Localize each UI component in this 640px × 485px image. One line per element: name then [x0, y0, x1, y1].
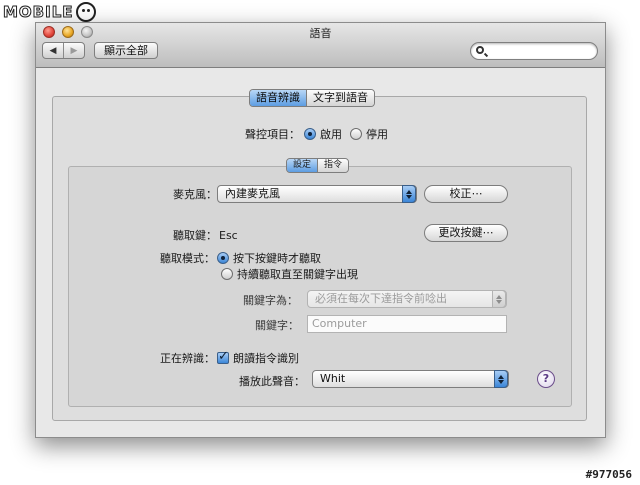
logo-text: MOBILE: [3, 3, 74, 22]
listening-key-value: Esc: [219, 228, 238, 242]
listening-mode-continuous-label[interactable]: 持續聽取直至關鍵字出現: [237, 266, 358, 282]
popup-arrows-icon: [494, 370, 508, 388]
popup-arrows-icon: [492, 290, 506, 308]
play-sound-popup[interactable]: Whit: [312, 370, 509, 388]
tab-commands[interactable]: 指令: [317, 159, 349, 172]
microphone-label: 麥克風：: [173, 188, 217, 201]
listening-mode-press-label[interactable]: 按下按鍵時才聽取: [233, 250, 321, 266]
keyword-is-label: 關鍵字為：: [243, 294, 298, 307]
play-sound-label: 播放此聲音：: [239, 375, 305, 388]
sub-tabs: 設定 指令: [286, 158, 350, 173]
listening-mode-label: 聽取模式：: [160, 252, 215, 265]
upon-recognition-label: 正在辨識：: [160, 352, 215, 365]
window-title: 語音: [309, 27, 332, 40]
keyword-is-row: 關鍵字為：: [243, 292, 298, 308]
main-tabs: 語音辨識 文字到語音: [249, 89, 375, 107]
voice-control-on-radio[interactable]: [304, 128, 316, 140]
voice-control-row: 聲控項目： 啟用 停用: [245, 126, 388, 142]
back-forward-buttons: ◀ ▶: [42, 42, 85, 59]
watermark-id: #977056: [585, 468, 632, 481]
forward-button[interactable]: ▶: [63, 43, 84, 58]
voice-control-off-label[interactable]: 停用: [366, 126, 388, 142]
listening-mode-press-radio[interactable]: [217, 252, 229, 264]
keyword-field[interactable]: Computer: [307, 315, 507, 333]
change-key-button[interactable]: 更改按鍵⋯: [424, 224, 508, 242]
speak-command-checkbox[interactable]: [217, 349, 229, 364]
listening-mode-continuous-radio[interactable]: [221, 268, 233, 280]
search-field[interactable]: [470, 42, 598, 60]
microphone-popup[interactable]: 內建麥克風: [217, 185, 417, 203]
show-all-button[interactable]: 顯示全部: [94, 42, 158, 59]
tab-text-to-speech[interactable]: 文字到語音: [306, 90, 374, 106]
help-button[interactable]: ?: [537, 370, 555, 388]
window-toolbar: 語音 ◀ ▶ 顯示全部: [36, 23, 605, 68]
back-button[interactable]: ◀: [43, 43, 63, 58]
play-sound-row: 播放此聲音：: [239, 373, 305, 389]
upon-recognition-row: 正在辨識： 朗讀指令識別: [160, 349, 299, 366]
microphone-row: 麥克風：: [173, 186, 217, 202]
logo-face-icon: [75, 2, 96, 22]
preferences-window: 語音 ◀ ▶ 顯示全部 語音辨識 文字到語音 聲控項目： 啟用 停用 設定 指令…: [35, 22, 606, 438]
listening-mode-row-2: 持續聽取直至關鍵字出現: [221, 266, 358, 282]
mobile01-logo: MOBILE: [3, 2, 96, 22]
microphone-value: 內建麥克風: [225, 187, 280, 200]
speak-command-label[interactable]: 朗讀指令識別: [233, 350, 299, 366]
voice-control-on-label[interactable]: 啟用: [320, 126, 342, 142]
search-input[interactable]: [487, 44, 591, 58]
listening-mode-row-1: 聽取模式： 按下按鍵時才聽取: [160, 250, 321, 266]
search-icon: [476, 46, 484, 54]
keyword-label: 關鍵字：: [255, 319, 299, 332]
popup-arrows-icon: [402, 185, 416, 203]
keyword-is-popup[interactable]: 必須在每次下達指令前唸出: [307, 290, 507, 308]
tab-speech-recognition[interactable]: 語音辨識: [250, 90, 306, 106]
voice-control-off-radio[interactable]: [350, 128, 362, 140]
listening-key-row: 聽取鍵： Esc: [173, 227, 238, 243]
listening-key-label: 聽取鍵：: [173, 229, 217, 242]
keyword-row: 關鍵字：: [255, 317, 299, 333]
keyword-is-value: 必須在每次下達指令前唸出: [315, 292, 447, 305]
calibrate-button[interactable]: 校正⋯: [424, 185, 508, 203]
tab-settings[interactable]: 設定: [287, 159, 318, 172]
play-sound-value: Whit: [320, 372, 346, 385]
voice-control-label: 聲控項目：: [245, 128, 300, 141]
